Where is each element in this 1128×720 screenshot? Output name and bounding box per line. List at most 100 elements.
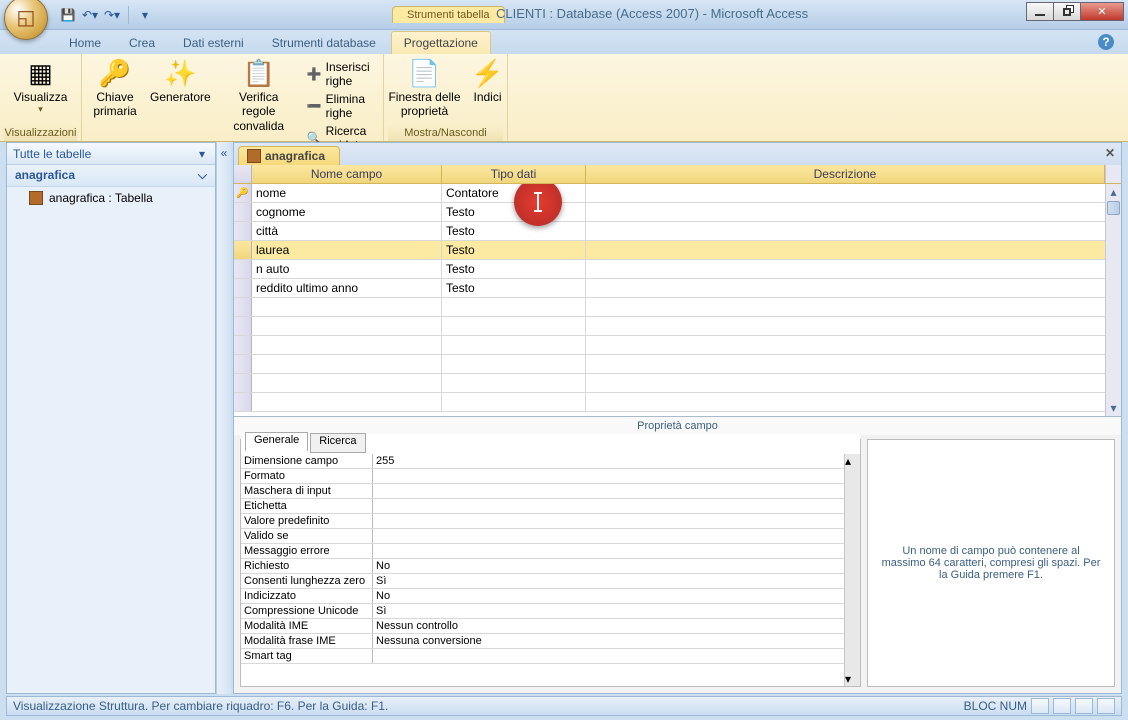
cell-field-name[interactable]: [252, 355, 442, 373]
prop-value[interactable]: Nessuna conversione: [373, 634, 860, 648]
table-row[interactable]: laurea Testo: [234, 241, 1121, 260]
table-row[interactable]: [234, 317, 1121, 336]
cell-description[interactable]: [586, 393, 1121, 411]
select-all-corner[interactable]: [234, 165, 252, 183]
scroll-thumb[interactable]: [1107, 201, 1120, 215]
cell-description[interactable]: [586, 279, 1121, 297]
row-selector[interactable]: [234, 203, 252, 221]
design-body[interactable]: 🔑 nome Contatore cognome Testo città Tes…: [234, 184, 1121, 416]
table-row[interactable]: città Testo: [234, 222, 1121, 241]
cell-field-name[interactable]: n auto: [252, 260, 442, 278]
col-header-desc[interactable]: Descrizione: [586, 165, 1105, 183]
property-row[interactable]: Smart tag: [241, 649, 860, 664]
row-selector[interactable]: [234, 241, 252, 259]
prop-value[interactable]: No: [373, 559, 860, 573]
cell-description[interactable]: [586, 355, 1121, 373]
cell-data-type[interactable]: [442, 355, 586, 373]
prop-value[interactable]: 255: [373, 454, 860, 468]
prop-value[interactable]: Sì: [373, 604, 860, 618]
cell-data-type[interactable]: [442, 374, 586, 392]
row-selector[interactable]: [234, 279, 252, 297]
table-row[interactable]: 🔑 nome Contatore: [234, 184, 1121, 203]
property-row[interactable]: RichiestoNo: [241, 559, 860, 574]
doc-tab-anagrafica[interactable]: anagrafica: [238, 146, 340, 165]
tab-dati-esterni[interactable]: Dati esterni: [170, 31, 257, 54]
view-pivotchart-button[interactable]: [1097, 698, 1115, 714]
cell-description[interactable]: [586, 260, 1121, 278]
row-selector[interactable]: [234, 336, 252, 354]
scroll-thumb[interactable]: [845, 468, 860, 488]
table-row[interactable]: cognome Testo: [234, 203, 1121, 222]
table-row[interactable]: [234, 298, 1121, 317]
close-button[interactable]: ✕: [1080, 2, 1124, 21]
cell-description[interactable]: [586, 203, 1121, 221]
property-row[interactable]: Messaggio errore: [241, 544, 860, 559]
row-selector[interactable]: [234, 222, 252, 240]
prop-value[interactable]: No: [373, 589, 860, 603]
table-row[interactable]: [234, 393, 1121, 412]
prop-value[interactable]: [373, 514, 860, 528]
cell-data-type[interactable]: Testo: [442, 260, 586, 278]
property-row[interactable]: Modalità frase IMENessuna conversione: [241, 634, 860, 649]
property-row[interactable]: IndicizzatoNo: [241, 589, 860, 604]
scroll-down-icon[interactable]: ▾: [845, 672, 860, 686]
property-row[interactable]: Compressione UnicodeSì: [241, 604, 860, 619]
insert-rows-button[interactable]: ➕Inserisci righe: [303, 58, 379, 90]
cell-field-name[interactable]: città: [252, 222, 442, 240]
nav-item-anagrafica-tabella[interactable]: anagrafica : Tabella: [7, 187, 215, 209]
table-row[interactable]: [234, 336, 1121, 355]
property-row[interactable]: Etichetta: [241, 499, 860, 514]
property-row[interactable]: Maschera di input: [241, 484, 860, 499]
cell-description[interactable]: [586, 184, 1121, 202]
maximize-button[interactable]: [1053, 2, 1081, 21]
prop-value[interactable]: [373, 499, 860, 513]
col-header-type[interactable]: Tipo dati: [442, 165, 586, 183]
nav-header[interactable]: Tutte le tabelle ▾: [7, 143, 215, 165]
prop-value[interactable]: [373, 649, 860, 663]
cell-description[interactable]: [586, 336, 1121, 354]
undo-icon[interactable]: ↶▾: [80, 5, 100, 25]
redo-icon[interactable]: ↷▾: [102, 5, 122, 25]
cell-data-type[interactable]: Testo: [442, 241, 586, 259]
office-button[interactable]: ◱: [4, 0, 48, 40]
cell-field-name[interactable]: [252, 374, 442, 392]
prop-scrollbar[interactable]: ▴ ▾: [844, 454, 860, 686]
property-row[interactable]: Dimensione campo255: [241, 454, 860, 469]
nav-group-anagrafica[interactable]: anagrafica ⌵: [7, 165, 215, 187]
prop-value[interactable]: [373, 469, 860, 483]
table-row[interactable]: [234, 374, 1121, 393]
property-sheet-button[interactable]: 📄 Finestra delle proprietà: [384, 56, 466, 121]
tab-progettazione[interactable]: Progettazione: [391, 31, 491, 54]
row-selector[interactable]: [234, 317, 252, 335]
delete-rows-button[interactable]: ➖Elimina righe: [303, 90, 379, 122]
scroll-up-icon[interactable]: ▴: [845, 454, 860, 468]
help-icon[interactable]: ?: [1098, 34, 1114, 50]
property-row[interactable]: Modalità IMENessun controllo: [241, 619, 860, 634]
cell-field-name[interactable]: nome: [252, 184, 442, 202]
cell-field-name[interactable]: [252, 393, 442, 411]
row-selector[interactable]: [234, 298, 252, 316]
cell-field-name[interactable]: cognome: [252, 203, 442, 221]
tab-home[interactable]: Home: [56, 31, 114, 54]
cell-description[interactable]: [586, 241, 1121, 259]
prop-value[interactable]: [373, 484, 860, 498]
prop-value[interactable]: [373, 529, 860, 543]
view-pivottable-button[interactable]: [1075, 698, 1093, 714]
cell-field-name[interactable]: laurea: [252, 241, 442, 259]
prop-value[interactable]: Sì: [373, 574, 860, 588]
cell-description[interactable]: [586, 317, 1121, 335]
cell-field-name[interactable]: [252, 336, 442, 354]
properties-grid[interactable]: Dimensione campo255FormatoMaschera di in…: [241, 454, 860, 686]
tab-ricerca[interactable]: Ricerca: [310, 433, 365, 453]
cell-description[interactable]: [586, 222, 1121, 240]
row-selector[interactable]: [234, 355, 252, 373]
property-row[interactable]: Consenti lunghezza zeroSì: [241, 574, 860, 589]
cell-field-name[interactable]: [252, 317, 442, 335]
cell-field-name[interactable]: reddito ultimo anno: [252, 279, 442, 297]
property-row[interactable]: Valido se: [241, 529, 860, 544]
builder-button[interactable]: ✨ Generatore: [146, 56, 215, 106]
table-row[interactable]: [234, 355, 1121, 374]
cell-field-name[interactable]: [252, 298, 442, 316]
prop-value[interactable]: Nessun controllo: [373, 619, 860, 633]
nav-collapse-button[interactable]: «: [216, 142, 231, 694]
